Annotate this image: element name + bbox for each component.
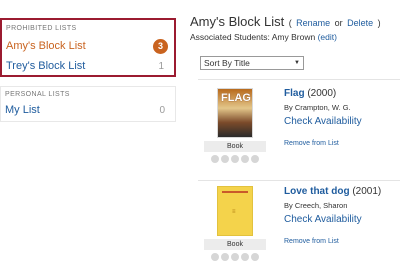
- sidebar-item-amys-block-list[interactable]: Amy's Block List 3: [6, 38, 168, 54]
- item-count: 0: [159, 104, 165, 116]
- open-paren: (: [288, 18, 292, 28]
- book-info: Flag (2000) By Crampton, W. G. Check Ava…: [284, 88, 400, 147]
- star-icon[interactable]: [251, 253, 259, 261]
- prohibited-lists-heading: PROHIBITED LISTS: [6, 25, 77, 32]
- book-title-line: Flag (2000): [284, 88, 400, 99]
- format-label: Book: [204, 239, 266, 250]
- sort-select[interactable]: Sort By Title ▼: [200, 56, 304, 70]
- cover-column: ≡ Book: [204, 186, 266, 261]
- list-name[interactable]: Amy's Block List: [6, 40, 86, 52]
- rename-link[interactable]: Rename: [296, 18, 330, 28]
- remove-from-list-link[interactable]: Remove from List: [284, 140, 339, 147]
- book-title-link[interactable]: Flag: [284, 88, 305, 99]
- rating-stars[interactable]: [204, 155, 266, 163]
- result-divider: [198, 79, 400, 80]
- item-count: 1: [158, 60, 164, 72]
- book-cover-image[interactable]: FLAG: [217, 88, 253, 138]
- chevron-down-icon: ▼: [294, 60, 300, 66]
- book-info: Love that dog (2001) By Creech, Sharon C…: [284, 186, 400, 245]
- star-icon[interactable]: [241, 155, 249, 163]
- list-header: Amy's Block List ( Rename or Delete ): [190, 13, 381, 31]
- cover-ornament-icon: ≡: [232, 209, 236, 215]
- book-title-line: Love that dog (2001): [284, 186, 400, 197]
- delete-link[interactable]: Delete: [347, 18, 373, 28]
- list-name[interactable]: My List: [5, 104, 40, 116]
- sidebar-item-treys-block-list[interactable]: Trey's Block List 1: [6, 58, 168, 74]
- sidebar-item-my-list[interactable]: My List 0: [5, 102, 169, 118]
- star-icon[interactable]: [211, 155, 219, 163]
- cover-title-text: FLAG: [221, 92, 251, 104]
- list-name[interactable]: Trey's Block List: [6, 60, 85, 72]
- star-icon[interactable]: [211, 253, 219, 261]
- star-icon[interactable]: [231, 155, 239, 163]
- star-icon[interactable]: [221, 253, 229, 261]
- check-availability-link[interactable]: Check Availability: [284, 116, 400, 127]
- book-year: (2001): [352, 186, 382, 197]
- book-year: (2000): [307, 88, 337, 99]
- cover-title-bar: [222, 191, 248, 193]
- book-author: By Creech, Sharon: [284, 201, 348, 210]
- book-title-link[interactable]: Love that dog: [284, 186, 350, 197]
- cover-column: FLAG Book: [204, 88, 266, 163]
- star-icon[interactable]: [231, 253, 239, 261]
- star-icon[interactable]: [221, 155, 229, 163]
- check-availability-link[interactable]: Check Availability: [284, 214, 400, 225]
- rating-stars[interactable]: [204, 253, 266, 261]
- book-author: By Crampton, W. G.: [284, 103, 351, 112]
- format-label: Book: [204, 141, 266, 152]
- or-text: or: [334, 18, 343, 28]
- prohibited-lists-panel: PROHIBITED LISTS Amy's Block List 3 Trey…: [0, 18, 176, 77]
- book-cover-image[interactable]: ≡: [217, 186, 253, 236]
- close-paren: ): [377, 18, 381, 28]
- edit-students-link[interactable]: (edit): [318, 32, 337, 42]
- star-icon[interactable]: [241, 253, 249, 261]
- personal-lists-heading: PERSONAL LISTS: [5, 91, 70, 98]
- star-icon[interactable]: [251, 155, 259, 163]
- associated-students-text: Associated Students: Amy Brown: [190, 32, 316, 42]
- personal-lists-panel: PERSONAL LISTS My List 0: [0, 86, 176, 122]
- associated-students: Associated Students: Amy Brown (edit): [190, 32, 337, 42]
- sort-value: Sort By Title: [204, 58, 250, 68]
- item-count-badge: 3: [153, 38, 168, 54]
- result-divider: [198, 180, 400, 181]
- page-title: Amy's Block List: [190, 14, 285, 29]
- remove-from-list-link[interactable]: Remove from List: [284, 238, 339, 245]
